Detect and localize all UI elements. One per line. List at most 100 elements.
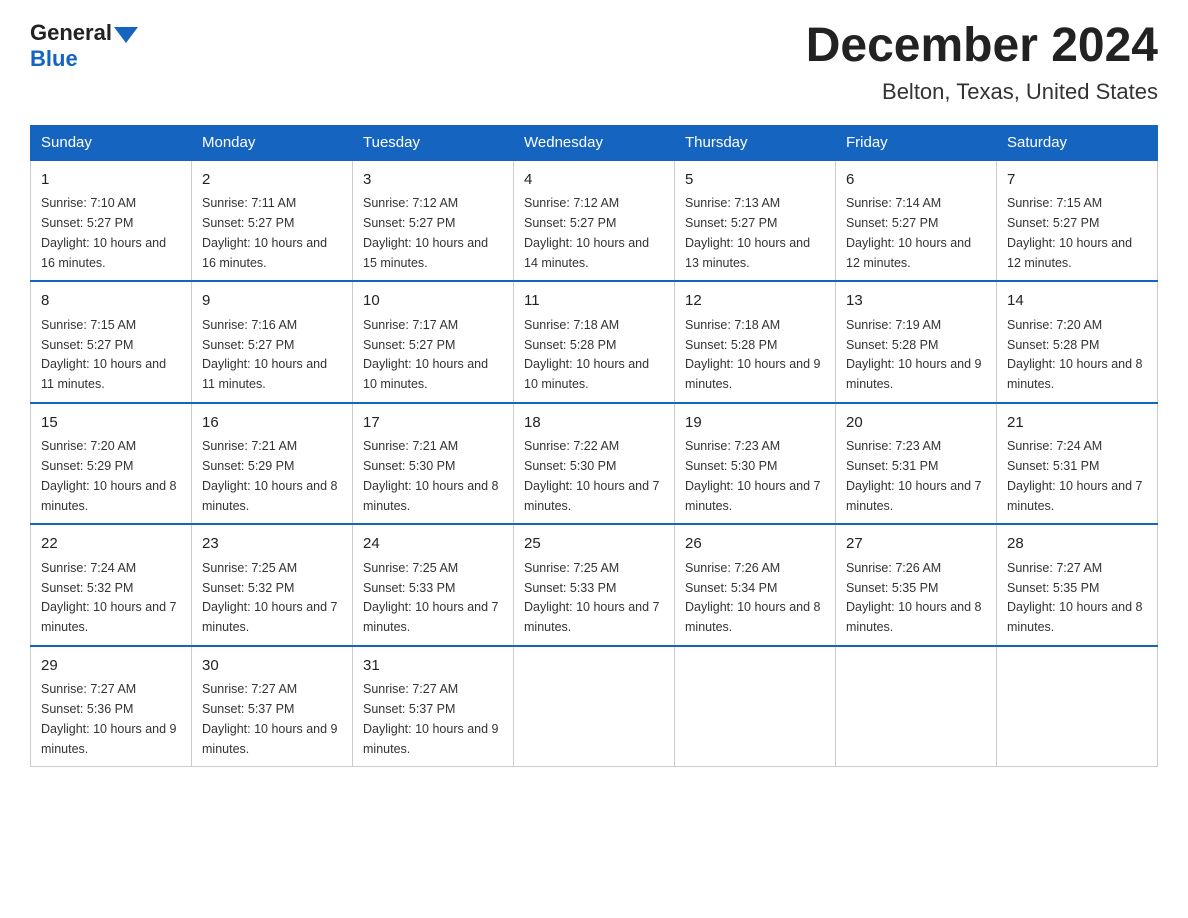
day-number: 12	[685, 290, 825, 313]
day-info: Sunrise: 7:24 AMSunset: 5:32 PMDaylight:…	[41, 561, 177, 634]
logo: General Blue	[30, 20, 138, 72]
day-info: Sunrise: 7:20 AMSunset: 5:29 PMDaylight:…	[41, 439, 177, 512]
day-info: Sunrise: 7:15 AMSunset: 5:27 PMDaylight:…	[1007, 196, 1132, 269]
calendar-cell: 14 Sunrise: 7:20 AMSunset: 5:28 PMDaylig…	[997, 281, 1158, 403]
calendar-cell: 22 Sunrise: 7:24 AMSunset: 5:32 PMDaylig…	[31, 524, 192, 646]
week-row-5: 29 Sunrise: 7:27 AMSunset: 5:36 PMDaylig…	[31, 646, 1158, 767]
day-number: 10	[363, 290, 503, 313]
day-info: Sunrise: 7:12 AMSunset: 5:27 PMDaylight:…	[363, 196, 488, 269]
day-number: 13	[846, 290, 986, 313]
day-info: Sunrise: 7:26 AMSunset: 5:35 PMDaylight:…	[846, 561, 982, 634]
day-number: 18	[524, 412, 664, 435]
day-number: 24	[363, 533, 503, 556]
day-info: Sunrise: 7:24 AMSunset: 5:31 PMDaylight:…	[1007, 439, 1143, 512]
calendar-cell: 5 Sunrise: 7:13 AMSunset: 5:27 PMDayligh…	[675, 160, 836, 282]
day-number: 7	[1007, 169, 1147, 192]
day-info: Sunrise: 7:20 AMSunset: 5:28 PMDaylight:…	[1007, 318, 1143, 391]
day-info: Sunrise: 7:13 AMSunset: 5:27 PMDaylight:…	[685, 196, 810, 269]
day-number: 5	[685, 169, 825, 192]
day-info: Sunrise: 7:27 AMSunset: 5:37 PMDaylight:…	[202, 682, 338, 755]
day-number: 28	[1007, 533, 1147, 556]
day-info: Sunrise: 7:25 AMSunset: 5:33 PMDaylight:…	[524, 561, 660, 634]
calendar-cell: 1 Sunrise: 7:10 AMSunset: 5:27 PMDayligh…	[31, 160, 192, 282]
day-info: Sunrise: 7:27 AMSunset: 5:37 PMDaylight:…	[363, 682, 499, 755]
calendar-cell: 17 Sunrise: 7:21 AMSunset: 5:30 PMDaylig…	[353, 403, 514, 525]
col-header-saturday: Saturday	[997, 125, 1158, 160]
calendar-cell: 30 Sunrise: 7:27 AMSunset: 5:37 PMDaylig…	[192, 646, 353, 767]
day-info: Sunrise: 7:19 AMSunset: 5:28 PMDaylight:…	[846, 318, 982, 391]
day-info: Sunrise: 7:10 AMSunset: 5:27 PMDaylight:…	[41, 196, 166, 269]
calendar-cell: 12 Sunrise: 7:18 AMSunset: 5:28 PMDaylig…	[675, 281, 836, 403]
day-number: 8	[41, 290, 181, 313]
day-info: Sunrise: 7:27 AMSunset: 5:36 PMDaylight:…	[41, 682, 177, 755]
calendar-table: SundayMondayTuesdayWednesdayThursdayFrid…	[30, 125, 1158, 768]
calendar-cell	[675, 646, 836, 767]
day-number: 4	[524, 169, 664, 192]
day-number: 26	[685, 533, 825, 556]
day-info: Sunrise: 7:16 AMSunset: 5:27 PMDaylight:…	[202, 318, 327, 391]
day-number: 27	[846, 533, 986, 556]
day-number: 22	[41, 533, 181, 556]
col-header-thursday: Thursday	[675, 125, 836, 160]
day-number: 11	[524, 290, 664, 313]
day-number: 9	[202, 290, 342, 313]
calendar-cell: 24 Sunrise: 7:25 AMSunset: 5:33 PMDaylig…	[353, 524, 514, 646]
day-info: Sunrise: 7:18 AMSunset: 5:28 PMDaylight:…	[524, 318, 649, 391]
calendar-cell: 23 Sunrise: 7:25 AMSunset: 5:32 PMDaylig…	[192, 524, 353, 646]
calendar-cell: 25 Sunrise: 7:25 AMSunset: 5:33 PMDaylig…	[514, 524, 675, 646]
day-info: Sunrise: 7:17 AMSunset: 5:27 PMDaylight:…	[363, 318, 488, 391]
calendar-cell	[514, 646, 675, 767]
calendar-cell: 2 Sunrise: 7:11 AMSunset: 5:27 PMDayligh…	[192, 160, 353, 282]
calendar-cell: 21 Sunrise: 7:24 AMSunset: 5:31 PMDaylig…	[997, 403, 1158, 525]
calendar-cell: 9 Sunrise: 7:16 AMSunset: 5:27 PMDayligh…	[192, 281, 353, 403]
day-info: Sunrise: 7:14 AMSunset: 5:27 PMDaylight:…	[846, 196, 971, 269]
calendar-cell: 11 Sunrise: 7:18 AMSunset: 5:28 PMDaylig…	[514, 281, 675, 403]
col-header-sunday: Sunday	[31, 125, 192, 160]
day-info: Sunrise: 7:21 AMSunset: 5:29 PMDaylight:…	[202, 439, 338, 512]
week-row-2: 8 Sunrise: 7:15 AMSunset: 5:27 PMDayligh…	[31, 281, 1158, 403]
day-info: Sunrise: 7:25 AMSunset: 5:33 PMDaylight:…	[363, 561, 499, 634]
day-number: 30	[202, 655, 342, 678]
calendar-cell: 19 Sunrise: 7:23 AMSunset: 5:30 PMDaylig…	[675, 403, 836, 525]
day-number: 17	[363, 412, 503, 435]
calendar-cell	[997, 646, 1158, 767]
calendar-cell: 31 Sunrise: 7:27 AMSunset: 5:37 PMDaylig…	[353, 646, 514, 767]
col-header-monday: Monday	[192, 125, 353, 160]
day-info: Sunrise: 7:22 AMSunset: 5:30 PMDaylight:…	[524, 439, 660, 512]
day-number: 29	[41, 655, 181, 678]
day-number: 1	[41, 169, 181, 192]
day-number: 3	[363, 169, 503, 192]
calendar-cell	[836, 646, 997, 767]
day-number: 23	[202, 533, 342, 556]
day-info: Sunrise: 7:23 AMSunset: 5:30 PMDaylight:…	[685, 439, 821, 512]
calendar-cell: 7 Sunrise: 7:15 AMSunset: 5:27 PMDayligh…	[997, 160, 1158, 282]
logo-general-text: General	[30, 20, 112, 46]
day-info: Sunrise: 7:21 AMSunset: 5:30 PMDaylight:…	[363, 439, 499, 512]
calendar-cell: 4 Sunrise: 7:12 AMSunset: 5:27 PMDayligh…	[514, 160, 675, 282]
day-number: 25	[524, 533, 664, 556]
day-info: Sunrise: 7:11 AMSunset: 5:27 PMDaylight:…	[202, 196, 327, 269]
week-row-3: 15 Sunrise: 7:20 AMSunset: 5:29 PMDaylig…	[31, 403, 1158, 525]
col-header-tuesday: Tuesday	[353, 125, 514, 160]
day-info: Sunrise: 7:23 AMSunset: 5:31 PMDaylight:…	[846, 439, 982, 512]
calendar-cell: 16 Sunrise: 7:21 AMSunset: 5:29 PMDaylig…	[192, 403, 353, 525]
day-number: 20	[846, 412, 986, 435]
day-info: Sunrise: 7:26 AMSunset: 5:34 PMDaylight:…	[685, 561, 821, 634]
calendar-cell: 29 Sunrise: 7:27 AMSunset: 5:36 PMDaylig…	[31, 646, 192, 767]
logo-blue-text: Blue	[30, 46, 78, 72]
day-number: 19	[685, 412, 825, 435]
col-header-friday: Friday	[836, 125, 997, 160]
calendar-cell: 8 Sunrise: 7:15 AMSunset: 5:27 PMDayligh…	[31, 281, 192, 403]
calendar-cell: 28 Sunrise: 7:27 AMSunset: 5:35 PMDaylig…	[997, 524, 1158, 646]
calendar-cell: 15 Sunrise: 7:20 AMSunset: 5:29 PMDaylig…	[31, 403, 192, 525]
calendar-cell: 20 Sunrise: 7:23 AMSunset: 5:31 PMDaylig…	[836, 403, 997, 525]
day-info: Sunrise: 7:15 AMSunset: 5:27 PMDaylight:…	[41, 318, 166, 391]
day-info: Sunrise: 7:27 AMSunset: 5:35 PMDaylight:…	[1007, 561, 1143, 634]
day-number: 15	[41, 412, 181, 435]
page-subtitle: Belton, Texas, United States	[806, 79, 1158, 105]
col-header-wednesday: Wednesday	[514, 125, 675, 160]
header-row: SundayMondayTuesdayWednesdayThursdayFrid…	[31, 125, 1158, 160]
day-number: 21	[1007, 412, 1147, 435]
day-number: 2	[202, 169, 342, 192]
header: General Blue December 2024 Belton, Texas…	[30, 20, 1158, 105]
